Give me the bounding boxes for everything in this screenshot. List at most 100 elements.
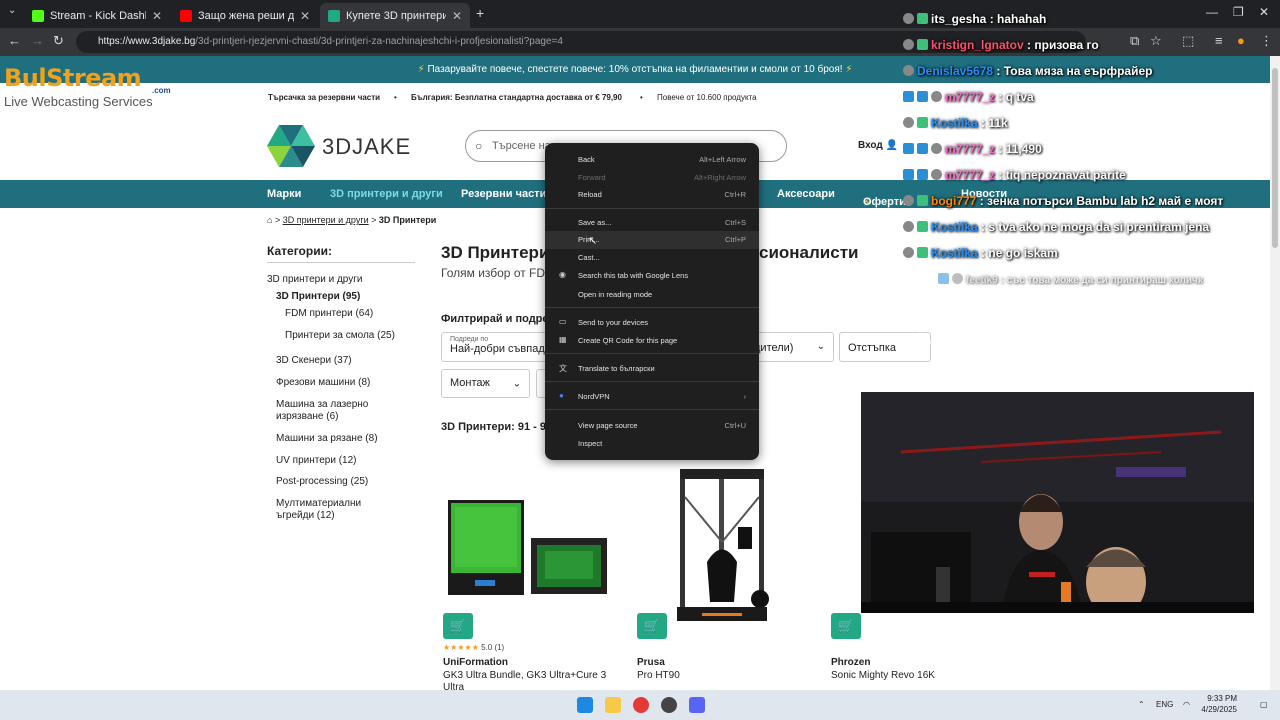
filter-label: дители) (754, 342, 794, 354)
product-name[interactable]: Pro HT90 (637, 670, 680, 681)
bookmark-star-icon[interactable]: ☆ (1150, 33, 1162, 49)
spare-parts-finder-link[interactable]: Търсачка за резервни части (268, 93, 380, 102)
chat-message: m7777_z : q tva (903, 90, 1034, 104)
windows-taskbar: ⌃ ENG ◠ 9:33 PM 4/29/2025 ▢ (0, 690, 1280, 720)
back-icon[interactable]: ← (8, 33, 21, 48)
3djake-logo-icon[interactable] (267, 125, 315, 167)
menu-item-send-to-devices[interactable]: ▭ Send to your devices (545, 314, 759, 332)
youtube-icon (180, 9, 192, 22)
category-item[interactable]: Машини за рязане (8) (276, 433, 378, 444)
close-icon[interactable]: ✕ (152, 9, 162, 23)
reload-icon[interactable]: ↻ (53, 33, 64, 49)
scrollbar-thumb[interactable] (1272, 68, 1278, 248)
product-brand[interactable]: Phrozen (831, 657, 870, 668)
page-scrollbar[interactable] (1270, 56, 1280, 690)
new-tab-icon[interactable]: + (476, 5, 484, 21)
webcam-feed (861, 392, 1254, 613)
user-icon: 👤 (885, 140, 898, 151)
menu-item-cast[interactable]: Cast... (545, 249, 759, 267)
divider (267, 262, 415, 263)
filter-label: Монтаж (450, 377, 490, 389)
tray-chevron-icon[interactable]: ⌃ (1138, 700, 1145, 709)
nav-3d-printers[interactable]: 3D принтери и други (330, 188, 443, 200)
add-to-cart-button[interactable]: 🛒 (831, 613, 861, 639)
menu-item-translate[interactable]: 文 Translate to български (545, 360, 759, 378)
tab-youtube-video[interactable]: Защо жена реши да подари ... ✕ (172, 3, 318, 28)
chat-message: Denislav5678 : Това мяза на еърфрайер (903, 64, 1152, 78)
product-image-uniformation[interactable] (445, 495, 610, 600)
open-in-window-icon[interactable]: ⧉ (1130, 33, 1139, 49)
minimize-icon[interactable]: — (1206, 5, 1218, 19)
product-brand[interactable]: UniFormation (443, 657, 508, 668)
maximize-icon[interactable]: ❐ (1233, 5, 1244, 19)
obs-icon[interactable] (661, 697, 677, 713)
menu-item-forward[interactable]: Forward Alt+Right Arrow (545, 169, 759, 187)
forward-icon[interactable]: → (31, 33, 44, 48)
profile-avatar-icon[interactable]: ● (1237, 33, 1245, 48)
nav-accessories[interactable]: Аксесоари (777, 188, 835, 200)
start-menu-icon[interactable] (577, 697, 593, 713)
category-item[interactable]: 3D принтери и други (267, 274, 362, 285)
menu-item-print[interactable]: Print... Ctrl+P (545, 231, 759, 249)
menu-item-google-lens[interactable]: ◉ Search this tab with Google Lens (545, 267, 759, 285)
language-indicator[interactable]: ENG (1156, 700, 1173, 709)
menu-item-qr-code[interactable]: ▦ Create QR Code for this page (545, 332, 759, 350)
file-explorer-icon[interactable] (605, 697, 621, 713)
close-window-icon[interactable]: ✕ (1259, 5, 1269, 19)
product-name[interactable]: Sonic Mighty Revo 16K (831, 670, 935, 681)
category-item[interactable]: изрязване (6) (276, 411, 338, 422)
category-item[interactable]: Принтери за смола (25) (285, 330, 395, 341)
media-controls-icon[interactable]: ≡ (1215, 33, 1223, 48)
tab-3djake[interactable]: Купете 3D принтери онлайн ... ✕ (320, 3, 470, 28)
tab-kick-dashboard[interactable]: Stream - Kick Dashboard ✕ (24, 3, 170, 28)
category-item[interactable]: Мултиматериални (276, 498, 361, 509)
mount-filter[interactable]: Монтаж ⌄ (441, 369, 530, 398)
category-item[interactable]: Машина за лазерно (276, 399, 368, 410)
home-icon[interactable]: ⌂ (267, 215, 272, 225)
breadcrumb: ⌂ > 3D принтери и други > 3D Принтери (267, 215, 437, 225)
category-item[interactable]: Post-processing (25) (276, 476, 368, 487)
category-item[interactable]: 3D Скенери (37) (276, 355, 352, 366)
add-to-cart-button[interactable]: 🛒 (637, 613, 667, 639)
category-item-selected[interactable]: 3D Принтери (95) (276, 291, 360, 302)
close-icon[interactable]: ✕ (300, 9, 310, 23)
nav-brands[interactable]: Марки (267, 188, 301, 200)
chat-message: kristign_lgnatov : призова го (903, 38, 1099, 52)
menu-item-view-source[interactable]: View page source Ctrl+U (545, 417, 759, 435)
product-name[interactable]: GK3 Ultra Bundle, GK3 Ultra+Cure 3 (443, 670, 606, 681)
menu-item-reload[interactable]: Reload Ctrl+R (545, 186, 759, 204)
bullet: • (394, 93, 397, 102)
category-item[interactable]: UV принтери (12) (276, 455, 357, 466)
notification-icon[interactable]: ▢ (1260, 700, 1268, 709)
kick-icon (32, 9, 44, 22)
add-to-cart-button[interactable]: 🛒 (443, 613, 473, 639)
site-logo-text[interactable]: 3DJAKE (322, 134, 411, 160)
filter-title: Филтрирай и подре (441, 313, 549, 325)
wifi-icon[interactable]: ◠ (1183, 700, 1190, 709)
discord-icon[interactable] (689, 697, 705, 713)
category-item[interactable]: ъгрейди (12) (276, 510, 335, 521)
menu-item-reading-mode[interactable]: Open in reading mode (545, 286, 759, 304)
3djake-icon (328, 9, 340, 22)
menu-item-nordvpn[interactable]: ● NordVPN › (545, 388, 759, 406)
product-image-prusa[interactable] (672, 467, 772, 629)
chrome-icon[interactable] (633, 697, 649, 713)
breadcrumb-link[interactable]: 3D принтери и други (283, 215, 369, 225)
menu-item-save-as[interactable]: Save as... Ctrl+S (545, 214, 759, 232)
system-clock[interactable]: 9:33 PM 4/29/2025 (1197, 693, 1237, 715)
product-brand[interactable]: Prusa (637, 657, 665, 668)
extensions-icon[interactable]: ⬚ (1182, 33, 1194, 49)
category-item[interactable]: Фрезови машини (8) (276, 377, 370, 388)
sort-select[interactable]: Подреди по Най-добри съвпаден (441, 332, 551, 362)
menu-kebab-icon[interactable]: ⋮ (1260, 33, 1273, 49)
nav-spare-parts[interactable]: Резервни части и (461, 188, 556, 200)
login-link[interactable]: Вход 👤 (858, 140, 898, 151)
bolt-icon: ⚡ (845, 64, 853, 75)
category-item[interactable]: FDM принтери (64) (285, 308, 373, 319)
menu-item-inspect[interactable]: Inspect (545, 435, 759, 453)
page-title: 3D Принтери (441, 243, 550, 262)
menu-item-back[interactable]: Back Alt+Left Arrow (545, 151, 759, 169)
close-icon[interactable]: ✕ (452, 9, 462, 23)
chat-message: Kostilka : s tva ako ne moga da si prent… (903, 220, 1209, 234)
tab-search-icon[interactable]: ⌄ (8, 5, 16, 16)
